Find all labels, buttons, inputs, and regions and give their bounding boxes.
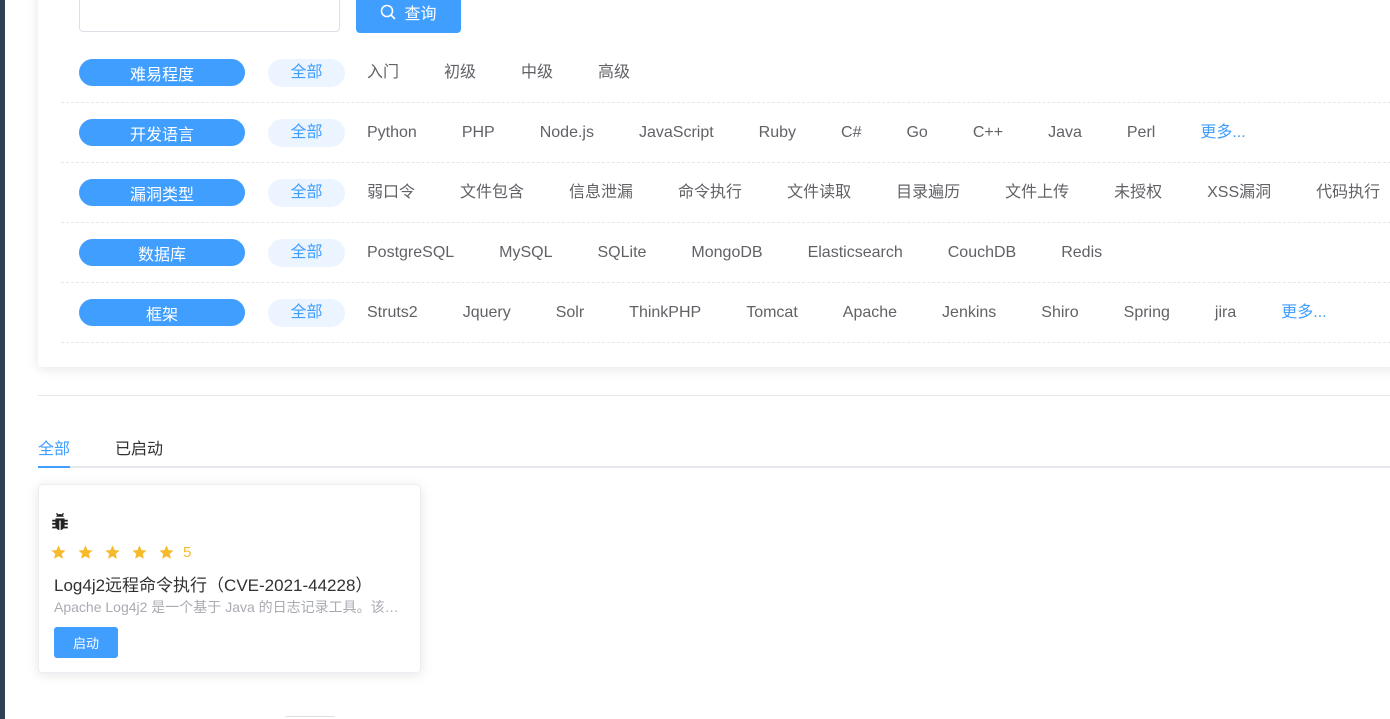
- filter-option[interactable]: JavaScript: [639, 119, 714, 147]
- filter-option[interactable]: 入门: [367, 59, 399, 87]
- filter-option[interactable]: Jenkins: [942, 299, 996, 327]
- filter-option[interactable]: 代码执行: [1316, 179, 1380, 207]
- filter-option[interactable]: 命令执行: [678, 179, 742, 207]
- filter-option[interactable]: Python: [367, 119, 417, 147]
- star-icon: [51, 545, 66, 559]
- filter-option[interactable]: PostgreSQL: [367, 239, 454, 267]
- star-icon: [78, 545, 93, 559]
- filter-option-all[interactable]: 全部: [268, 239, 345, 267]
- filter-label: 开发语言: [79, 119, 245, 146]
- filter-option[interactable]: Redis: [1061, 239, 1102, 267]
- filter-options: 全部 弱口令 文件包含 信息泄漏 命令执行 文件读取 目录遍历 文件上传 未授权…: [268, 179, 1390, 207]
- left-sidebar-edge: [0, 0, 5, 719]
- filter-option[interactable]: Jquery: [463, 299, 511, 327]
- filter-more-link[interactable]: 更多...: [1281, 299, 1326, 327]
- filter-options: 全部 PostgreSQL MySQL SQLite MongoDB Elast…: [268, 239, 1147, 267]
- filter-label: 数据库: [79, 239, 245, 266]
- vuln-card: 5 Log4j2远程命令执行（CVE-2021-44228） Apache Lo…: [38, 484, 421, 673]
- filter-options: 全部 Python PHP Node.js JavaScript Ruby C#…: [268, 119, 1291, 147]
- filter-label: 漏洞类型: [79, 179, 245, 206]
- filter-option[interactable]: 文件上传: [1005, 179, 1069, 207]
- tab-started[interactable]: 已启动: [115, 435, 163, 459]
- section-divider: [38, 395, 1390, 396]
- filter-option[interactable]: Apache: [843, 299, 897, 327]
- filter-option[interactable]: PHP: [462, 119, 495, 147]
- filter-option[interactable]: 信息泄漏: [569, 179, 633, 207]
- search-input[interactable]: [79, 0, 340, 32]
- filter-option[interactable]: 目录遍历: [896, 179, 960, 207]
- filter-option[interactable]: Perl: [1127, 119, 1155, 147]
- filter-option-all[interactable]: 全部: [268, 299, 345, 327]
- filter-option[interactable]: Go: [906, 119, 927, 147]
- filter-option-all[interactable]: 全部: [268, 179, 345, 207]
- star-icon: [159, 545, 174, 559]
- filter-option[interactable]: Spring: [1124, 299, 1170, 327]
- filter-more-link[interactable]: 更多...: [1200, 119, 1245, 147]
- filter-option[interactable]: Elasticsearch: [808, 239, 903, 267]
- start-button[interactable]: 启动: [54, 627, 118, 658]
- filter-row-framework: 框架 全部 Struts2 Jquery Solr ThinkPHP Tomca…: [61, 283, 1390, 343]
- rating-value: 5: [183, 544, 192, 561]
- filter-row-difficulty: 难易程度 全部 入门 初级 中级 高级: [61, 43, 1390, 103]
- star-icon: [132, 545, 147, 559]
- filter-option-all[interactable]: 全部: [268, 59, 345, 87]
- filter-option[interactable]: MongoDB: [691, 239, 762, 267]
- active-tab-indicator: [38, 466, 70, 468]
- filter-option[interactable]: 文件读取: [787, 179, 851, 207]
- bug-icon: [52, 512, 68, 531]
- filter-options: 全部 入门 初级 中级 高级: [268, 59, 675, 87]
- filter-option[interactable]: Struts2: [367, 299, 418, 327]
- filter-option[interactable]: 初级: [444, 59, 476, 87]
- star-icon: [105, 545, 120, 559]
- filter-option[interactable]: 中级: [521, 59, 553, 87]
- filter-label: 框架: [79, 299, 245, 326]
- filter-label: 难易程度: [79, 59, 245, 86]
- filter-option[interactable]: C#: [841, 119, 861, 147]
- filter-option[interactable]: Ruby: [759, 119, 796, 147]
- filter-option[interactable]: Node.js: [540, 119, 594, 147]
- filter-options: 全部 Struts2 Jquery Solr ThinkPHP Tomcat A…: [268, 299, 1372, 327]
- search-button-label: 查询: [404, 5, 437, 23]
- filter-option[interactable]: jira: [1215, 299, 1236, 327]
- filter-option[interactable]: Solr: [556, 299, 584, 327]
- search-button[interactable]: 查询: [356, 0, 461, 33]
- filter-option[interactable]: 文件包含: [460, 179, 524, 207]
- filter-option[interactable]: 高级: [598, 59, 630, 87]
- filter-row-database: 数据库 全部 PostgreSQL MySQL SQLite MongoDB E…: [61, 223, 1390, 283]
- card-title: Log4j2远程命令执行（CVE-2021-44228）: [54, 576, 373, 595]
- filter-row-language: 开发语言 全部 Python PHP Node.js JavaScript Ru…: [61, 103, 1390, 163]
- card-description: Apache Log4j2 是一个基于 Java 的日志记录工具。该工具重写了L…: [54, 599, 404, 615]
- filter-option[interactable]: SQLite: [598, 239, 647, 267]
- rating-stars: 5: [50, 544, 191, 561]
- filter-option[interactable]: 未授权: [1114, 179, 1162, 207]
- tab-all[interactable]: 全部: [38, 435, 70, 459]
- filter-option[interactable]: MySQL: [499, 239, 552, 267]
- filter-row-vuln-type: 漏洞类型 全部 弱口令 文件包含 信息泄漏 命令执行 文件读取 目录遍历 文件上…: [61, 163, 1390, 223]
- search-icon: [381, 4, 396, 19]
- filter-option[interactable]: Shiro: [1041, 299, 1078, 327]
- filter-option[interactable]: C++: [973, 119, 1003, 147]
- filter-option[interactable]: 弱口令: [367, 179, 415, 207]
- filter-option[interactable]: CouchDB: [948, 239, 1016, 267]
- filter-option[interactable]: XSS漏洞: [1207, 179, 1271, 207]
- filter-option[interactable]: Java: [1048, 119, 1082, 147]
- filter-option-all[interactable]: 全部: [268, 119, 345, 147]
- status-tabs: 全部 已启动: [38, 425, 1390, 468]
- filter-option[interactable]: Tomcat: [746, 299, 798, 327]
- filter-option[interactable]: ThinkPHP: [629, 299, 701, 327]
